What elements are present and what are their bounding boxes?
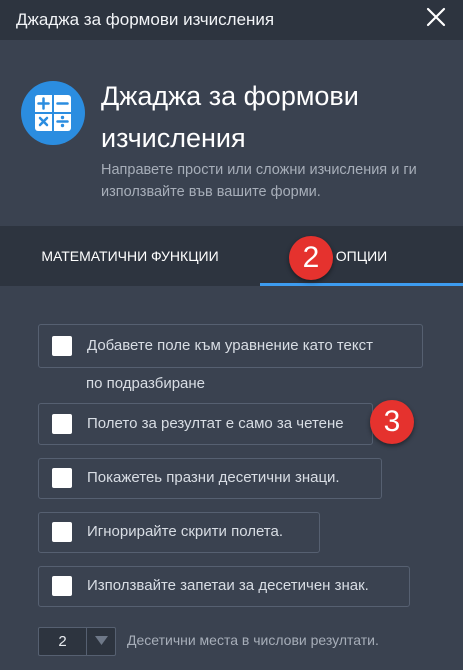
widget-title: Джаджа за формови изчисления	[101, 81, 359, 153]
title-bar: Джаджа за формови изчисления	[0, 0, 463, 40]
tab-options-label: ОПЦИИ	[335, 248, 388, 264]
option-show-empty-decimals[interactable]: Покажетеь празни десетични знаци.	[38, 458, 382, 499]
window-title: Джаджа за формови изчисления	[16, 10, 275, 29]
option-label: Игнорирайте скрити полета.	[87, 523, 284, 540]
option-ignore-hidden-fields[interactable]: Игнорирайте скрити полета.	[38, 512, 320, 553]
close-icon[interactable]	[425, 6, 447, 28]
checkbox[interactable]	[52, 576, 72, 596]
checkbox[interactable]	[52, 522, 72, 542]
option-label: Използвайте запетаи за десетичен знак.	[87, 577, 369, 594]
options-panel: Добавете поле към уравнение като текст п…	[0, 286, 463, 670]
checkbox[interactable]	[52, 468, 72, 488]
checkbox[interactable]	[52, 336, 72, 356]
tab-bar: МАТЕМАТИЧНИ ФУНКЦИИ ОПЦИИ	[0, 226, 463, 286]
option-readonly-result[interactable]: Полето за резултат е само за четене	[38, 403, 373, 445]
option-label-continued: по подразбиране	[86, 375, 206, 392]
checkbox[interactable]	[52, 414, 72, 434]
widget-header: Джаджа за формови изчисления Направете п…	[0, 40, 463, 226]
tab-math-functions-label: МАТЕМАТИЧНИ ФУНКЦИИ	[41, 248, 219, 264]
calculator-icon	[21, 81, 85, 145]
step-badge-2: 2	[289, 236, 333, 280]
decimal-places-select[interactable]: 2	[38, 627, 116, 656]
step-badge-3: 3	[370, 400, 414, 444]
option-label: Полето за резултат е само за четене	[87, 415, 344, 432]
widget-description: Направете прости или сложни изчисления и…	[101, 162, 417, 200]
option-decimal-comma[interactable]: Използвайте запетаи за десетичен знак.	[38, 566, 410, 607]
decimal-places-value: 2	[58, 633, 67, 650]
option-default-text[interactable]: Добавете поле към уравнение като текст	[38, 324, 423, 368]
option-label: Покажетеь празни десетични знаци.	[87, 469, 340, 486]
option-label: Добавете поле към уравнение като текст	[87, 337, 373, 354]
chevron-down-icon[interactable]	[86, 628, 116, 655]
tab-math-functions[interactable]: МАТЕМАТИЧНИ ФУНКЦИИ	[0, 226, 260, 286]
decimal-places-label: Десетични места в числови резултати.	[127, 632, 379, 648]
